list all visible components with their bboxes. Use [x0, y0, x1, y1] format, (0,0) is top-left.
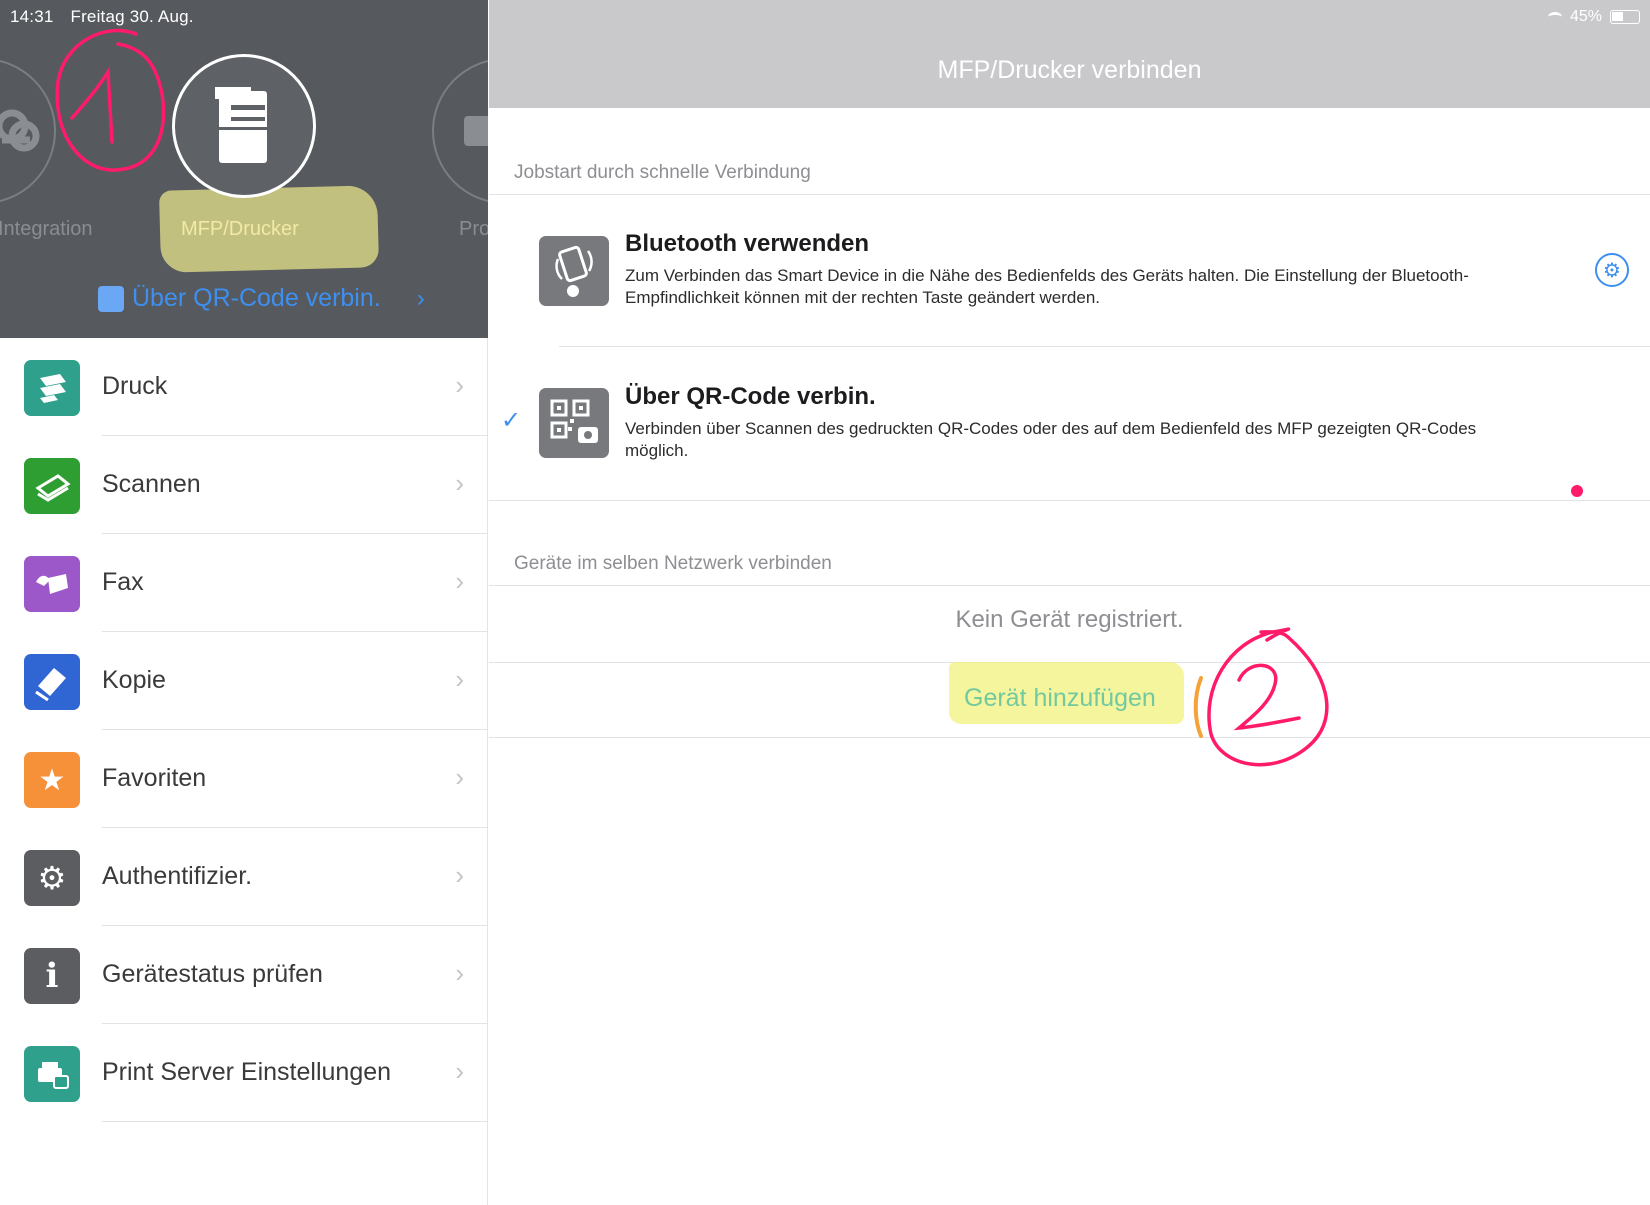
function-menu: Druck › Scannen › Fax › Kopie › ★ Favori… [0, 338, 488, 1122]
menu-item-label: Scannen [102, 470, 201, 498]
gear-icon: ⚙ [24, 850, 80, 906]
qr-code-camera-icon [539, 388, 609, 458]
menu-item-label: Authentifizier. [102, 862, 253, 890]
menu-item-fax[interactable]: Fax › [0, 534, 488, 632]
copy-icon [24, 654, 80, 710]
info-icon: i [24, 948, 80, 1004]
app-window: 14:31 Freitag 30. Aug. Integration MFP/D… [0, 0, 1650, 1205]
carousel-label-pro: Pro [459, 218, 488, 240]
option-title: Bluetooth verwenden [625, 230, 870, 257]
printer-device-icon [215, 87, 267, 163]
bluetooth-device-icon [539, 236, 609, 306]
wifi-icon [1547, 12, 1562, 22]
divider [489, 585, 1650, 586]
carousel-label-mfp: MFP/Drucker [181, 218, 299, 240]
battery-percent: 45% [1569, 8, 1602, 25]
chevron-right-icon: › [455, 1056, 464, 1086]
carousel-item-mfp[interactable] [172, 54, 316, 198]
gear-icon: ⚙ [1603, 259, 1621, 282]
menu-item-authentifizier[interactable]: ⚙ Authentifizier. › [0, 828, 488, 926]
scan-icon [24, 458, 80, 514]
divider [489, 194, 1650, 195]
menu-item-druck[interactable]: Druck › [0, 338, 488, 436]
menu-item-label: Gerätestatus prüfen [102, 960, 323, 988]
carousel-label-integration: Integration [0, 218, 93, 240]
menu-item-kopie[interactable]: Kopie › [0, 632, 488, 730]
annotation-number-1 [55, 28, 166, 172]
menu-item-label: Favoriten [102, 764, 207, 792]
divider [559, 346, 1650, 347]
print-icon [24, 360, 80, 416]
device-carousel-header: 14:31 Freitag 30. Aug. Integration MFP/D… [0, 0, 488, 338]
menu-item-label: Print Server Einstellungen [102, 1058, 392, 1086]
option-description: Zum Verbinden das Smart Device in die Nä… [625, 266, 1469, 307]
chevron-right-icon: › [455, 958, 464, 988]
menu-item-label: Fax [102, 568, 144, 596]
chevron-right-icon: › [416, 284, 425, 312]
bluetooth-settings-button[interactable]: ⚙ [1595, 253, 1629, 287]
checkmark-icon: ✓ [501, 407, 522, 434]
menu-item-print-server[interactable]: Print Server Einstellungen › [0, 1024, 488, 1122]
status-bar-right: 45% [1547, 8, 1640, 26]
section-header-network: Geräte im selben Netzwerk verbinden [514, 553, 832, 574]
menu-item-favoriten[interactable]: ★ Favoriten › [0, 730, 488, 828]
carousel-item-pro[interactable] [432, 58, 488, 204]
menu-item-scannen[interactable]: Scannen › [0, 436, 488, 534]
qr-code-icon [98, 285, 124, 312]
annotation-dot [1571, 485, 1583, 497]
no-device-message: Kein Gerät registriert. [955, 606, 1184, 633]
option-description: Verbinden über Scannen des gedruckten QR… [625, 419, 1477, 460]
divider [489, 500, 1650, 501]
chevron-right-icon: › [455, 566, 464, 596]
qr-connect-link[interactable]: Über QR-Code verbin. › [98, 284, 425, 313]
qr-connect-link-label: Über QR-Code verbin. [132, 284, 381, 312]
battery-icon [1610, 10, 1640, 24]
chevron-right-icon: › [455, 762, 464, 792]
print-server-icon [24, 1046, 80, 1102]
section-header-quick-connect: Jobstart durch schnelle Verbindung [514, 162, 811, 183]
annotation-number-2 [1193, 627, 1329, 767]
menu-item-label: Kopie [102, 666, 166, 694]
menu-item-geraetestatus[interactable]: i Gerätestatus prüfen › [0, 926, 488, 1024]
add-device-button[interactable]: Gerät hinzufügen [964, 684, 1156, 713]
printer-icon [464, 116, 488, 146]
fax-icon [24, 556, 80, 612]
chevron-right-icon: › [455, 664, 464, 694]
navigation-bar: 45% MFP/Drucker verbinden [489, 0, 1650, 108]
divider [489, 737, 1650, 738]
chevron-right-icon: › [455, 370, 464, 400]
divider [102, 1121, 488, 1122]
menu-item-label: Druck [102, 372, 168, 400]
star-icon: ★ [24, 752, 80, 808]
right-panel: 45% MFP/Drucker verbinden Jobstart durch… [489, 0, 1650, 1205]
left-panel: 14:31 Freitag 30. Aug. Integration MFP/D… [0, 0, 488, 1205]
page-title: MFP/Drucker verbinden [937, 56, 1202, 84]
chevron-right-icon: › [455, 860, 464, 890]
option-title: Über QR-Code verbin. [625, 383, 876, 410]
chevron-right-icon: › [455, 468, 464, 498]
